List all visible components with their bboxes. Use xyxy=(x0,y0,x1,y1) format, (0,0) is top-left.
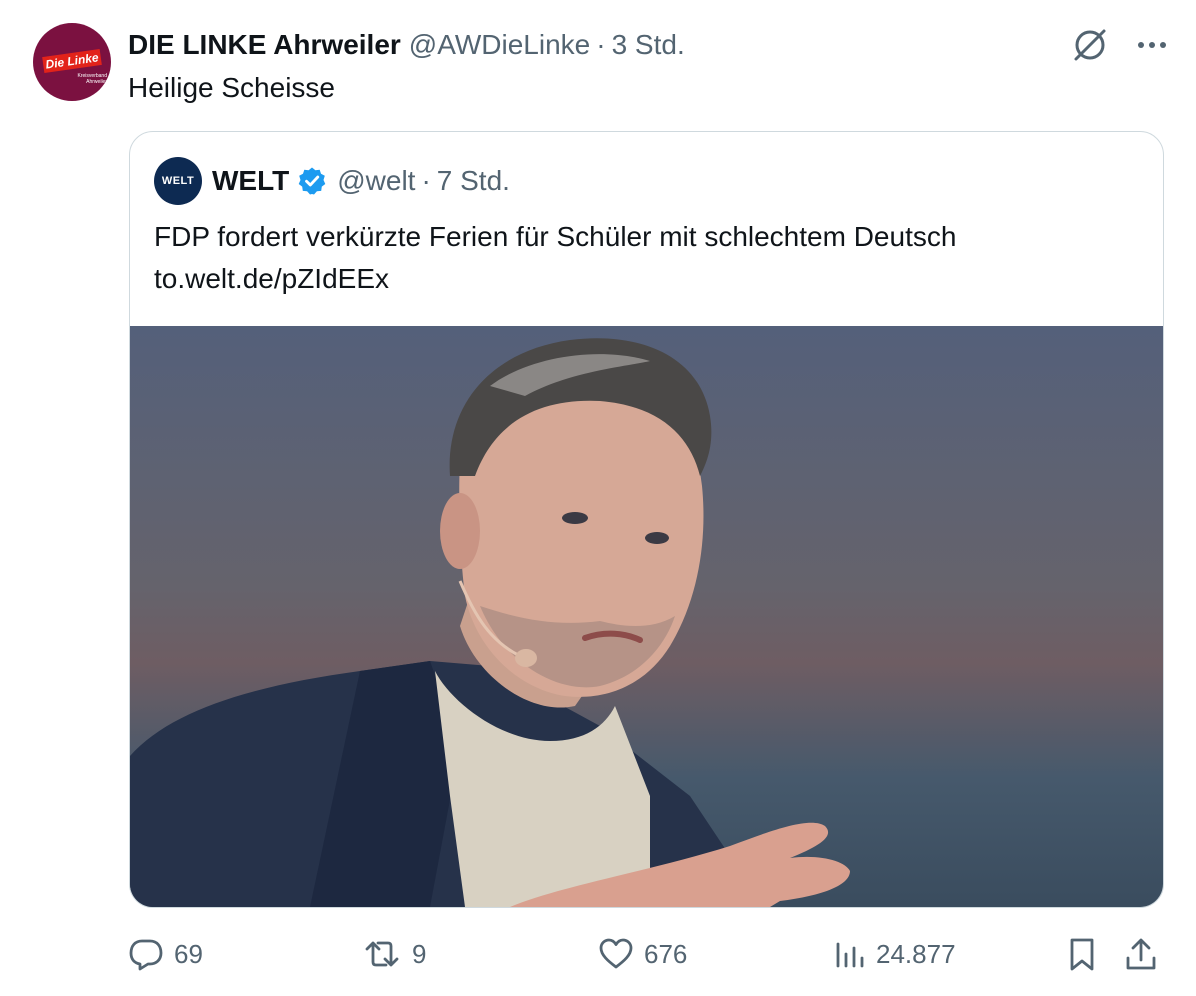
quoted-post-text: FDP fordert verkürzte Ferien für Schüler… xyxy=(154,216,956,300)
quoted-author-name: WELT xyxy=(212,165,290,196)
share-button[interactable] xyxy=(1124,934,1158,974)
share-icon xyxy=(1124,936,1158,972)
post-header: DIE LINKE Ahrweiler @AWDieLinke · 3 Std. xyxy=(128,26,1056,64)
reply-count: 69 xyxy=(174,938,203,969)
avatar-sub-text: Kreisverband Ahrweiler xyxy=(77,73,107,85)
views-count: 24.877 xyxy=(876,938,956,969)
more-icon[interactable] xyxy=(1136,39,1168,51)
like-icon xyxy=(598,936,634,972)
bookmark-button[interactable] xyxy=(1066,934,1098,974)
quoted-link[interactable]: to.welt.de/pZIdEEx xyxy=(154,258,956,300)
post-time[interactable]: 3 Std. xyxy=(612,26,685,64)
quoted-post-header: WELT WELT @welt · 7 Std. xyxy=(154,157,510,205)
post-actions: 69 9 676 24.877 xyxy=(128,934,1168,974)
quoted-post-time: 7 Std. xyxy=(436,165,510,196)
reply-button[interactable]: 69 xyxy=(128,934,203,974)
repost-button[interactable]: 9 xyxy=(362,934,426,974)
reply-icon xyxy=(128,936,164,972)
quoted-headline: FDP fordert verkürzte Ferien für Schüler… xyxy=(154,221,957,252)
repost-count: 9 xyxy=(412,938,427,969)
post-top-icons xyxy=(1070,25,1168,65)
repost-icon xyxy=(362,936,402,972)
welt-avatar: WELT xyxy=(154,157,202,205)
bookmark-icon xyxy=(1066,936,1098,972)
verified-badge-icon xyxy=(297,166,327,196)
speaker-photo-illustration xyxy=(130,338,850,907)
separator-dot: · xyxy=(596,29,606,60)
like-count: 676 xyxy=(644,938,688,969)
author-name[interactable]: DIE LINKE Ahrweiler xyxy=(128,26,401,64)
like-button[interactable]: 676 xyxy=(598,934,687,974)
author-handle[interactable]: @AWDieLinke xyxy=(409,26,590,64)
views-icon xyxy=(834,936,866,972)
post-text: Heilige Scheisse xyxy=(128,72,335,103)
grok-icon[interactable] xyxy=(1070,25,1110,65)
quoted-post-card[interactable]: WELT WELT @welt · 7 Std. FDP fordert ver… xyxy=(129,131,1164,908)
quoted-post-photo[interactable] xyxy=(130,326,1163,907)
views-button[interactable]: 24.877 xyxy=(834,934,956,974)
author-avatar[interactable]: Die Linke Kreisverband Ahrweiler xyxy=(33,23,111,101)
avatar-logo-text: Die Linke xyxy=(42,49,102,73)
quoted-separator-dot: · xyxy=(421,165,431,196)
quoted-author-handle: @welt xyxy=(337,165,416,196)
